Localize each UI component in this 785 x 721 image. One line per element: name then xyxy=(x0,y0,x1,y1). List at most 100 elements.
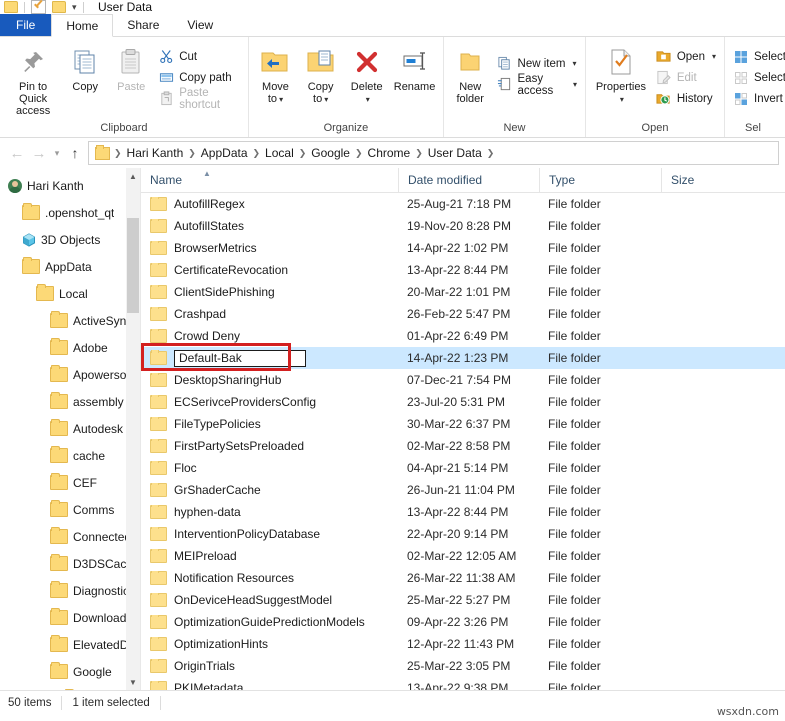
tab-home[interactable]: Home xyxy=(51,14,114,37)
column-header-name[interactable]: Name ▲ xyxy=(141,168,398,192)
select-all-button[interactable]: Select xyxy=(729,46,785,67)
edit-button[interactable]: Edit xyxy=(652,67,720,88)
new-folder-button[interactable]: New folder xyxy=(448,41,493,105)
folder-icon[interactable] xyxy=(4,1,18,13)
forward-arrow-icon[interactable]: → xyxy=(28,142,50,164)
tab-share[interactable]: Share xyxy=(113,14,173,36)
chevron-right-icon[interactable]: ❯ xyxy=(354,148,364,159)
table-row[interactable]: ClientSidePhishing 20-Mar-22 1:01 PM File … xyxy=(141,281,785,303)
chevron-right-icon[interactable]: ❯ xyxy=(187,148,197,159)
table-row[interactable]: PKIMetadata 13-Apr-22 9:38 PM File folder xyxy=(141,677,785,690)
column-header-type[interactable]: Type xyxy=(539,168,661,192)
table-row[interactable]: Crowd Deny 01-Apr-22 6:49 PM File folder xyxy=(141,325,785,347)
table-row[interactable]: Crashpad 26-Feb-22 5:47 PM File folder xyxy=(141,303,785,325)
table-row[interactable]: hyphen-data 13-Apr-22 8:44 PM File folder xyxy=(141,501,785,523)
new-folder-icon[interactable] xyxy=(52,1,66,13)
nav-item-autodesk[interactable]: Autodesk xyxy=(0,415,140,442)
nav-item-openshot-qt[interactable]: .openshot_qt xyxy=(0,199,140,226)
scroll-down-icon[interactable]: ▼ xyxy=(126,674,140,690)
chevron-right-icon[interactable]: ❯ xyxy=(113,148,123,159)
select-none-button[interactable]: Select xyxy=(729,67,785,88)
nav-item-google[interactable]: Google xyxy=(0,658,140,685)
delete-button[interactable]: Delete ▾ xyxy=(343,41,390,106)
tab-file[interactable]: File xyxy=(0,14,52,36)
breadcrumb-item-user-data[interactable]: User Data xyxy=(424,146,486,160)
paste-shortcut-button[interactable]: Paste shortcut xyxy=(154,87,244,111)
nav-item-appdata[interactable]: AppData xyxy=(0,253,140,280)
table-row[interactable]: AutofillRegex 25-Aug-21 7:18 PM File folde… xyxy=(141,193,785,215)
breadcrumb-item-google[interactable]: Google xyxy=(307,146,354,160)
move-to-button[interactable]: Move to ▾ xyxy=(253,41,298,106)
quick-access-toolbar[interactable]: ▾ xyxy=(0,0,84,14)
chevron-down-icon[interactable]: ▾ xyxy=(324,95,328,104)
nav-item-adobe[interactable]: Adobe xyxy=(0,334,140,361)
rename-button[interactable]: Rename xyxy=(390,41,439,93)
history-button[interactable]: History xyxy=(652,88,720,109)
table-row[interactable]: ECSerivceProvidersConfig 23-Jul-20 5:31 P… xyxy=(141,391,785,413)
nav-item-cef[interactable]: CEF xyxy=(0,469,140,496)
table-row[interactable]: DesktopSharingHub 07-Dec-21 7:54 PM File f… xyxy=(141,369,785,391)
table-row[interactable]: AutofillStates 19-Nov-20 8:28 PM File fold… xyxy=(141,215,785,237)
tab-view[interactable]: View xyxy=(173,14,227,36)
chevron-down-icon[interactable]: ▾ xyxy=(572,59,576,68)
nav-item-local[interactable]: Local xyxy=(0,280,140,307)
chevron-down-icon[interactable]: ▾ xyxy=(620,95,624,104)
rename-input[interactable]: Default-Bak xyxy=(174,349,306,367)
chevron-right-icon[interactable]: ❯ xyxy=(414,148,424,159)
table-row[interactable]: CertificateRevocation 13-Apr-22 8:44 PM Fi… xyxy=(141,259,785,281)
table-row[interactable]: OnDeviceHeadSuggestModel 25-Mar-22 5:27 P… xyxy=(141,589,785,611)
nav-item-3d-objects[interactable]: 3D Objects xyxy=(0,226,140,253)
breadcrumb-item-appdata[interactable]: AppData xyxy=(197,146,252,160)
cut-button[interactable]: Cut xyxy=(154,46,244,67)
pin-to-quick-access-button[interactable]: Pin to Quick access xyxy=(4,41,62,117)
new-item-button[interactable]: New item ▾ xyxy=(493,53,581,74)
recent-locations-icon[interactable]: ▾ xyxy=(50,142,64,164)
nav-item-assembly[interactable]: assembly xyxy=(0,388,140,415)
properties-button[interactable]: Properties ▾ xyxy=(590,41,652,106)
nav-item-diagnostics[interactable]: Diagnostics xyxy=(0,577,140,604)
back-arrow-icon[interactable]: ← xyxy=(6,142,28,164)
chevron-right-icon[interactable]: ❯ xyxy=(252,148,262,159)
easy-access-button[interactable]: Easy access ▾ xyxy=(493,73,581,97)
chevron-right-icon[interactable]: ❯ xyxy=(298,148,308,159)
properties-check-icon[interactable] xyxy=(31,0,46,14)
nav-item-cache[interactable]: cache xyxy=(0,442,140,469)
nav-item-chrome[interactable]: Chrome xyxy=(0,685,140,690)
chevron-down-icon[interactable]: ▾ xyxy=(573,80,577,89)
customize-caret-icon[interactable]: ▾ xyxy=(72,2,77,12)
chevron-down-icon[interactable]: ▾ xyxy=(712,52,716,61)
table-row[interactable]: Floc 04-Apr-21 5:14 PM File folder xyxy=(141,457,785,479)
table-row[interactable]: OptimizationHints 12-Apr-22 11:43 PM File … xyxy=(141,633,785,655)
scrollbar-thumb[interactable] xyxy=(127,218,139,313)
up-arrow-icon[interactable]: ↑ xyxy=(64,142,86,164)
chevron-right-icon[interactable]: ❯ xyxy=(486,148,496,159)
copy-button[interactable]: Copy xyxy=(62,41,108,93)
table-row[interactable]: FileTypePolicies 30-Mar-22 6:37 PM File fo… xyxy=(141,413,785,435)
paste-button[interactable]: Paste xyxy=(108,41,154,93)
nav-item-comms[interactable]: Comms xyxy=(0,496,140,523)
nav-item-activesync[interactable]: ActiveSync xyxy=(0,307,140,334)
breadcrumb[interactable]: ❯ Hari Kanth ❯ AppData ❯ Local ❯ Google … xyxy=(88,141,779,165)
copy-path-button[interactable]: Copy path xyxy=(154,67,244,88)
column-header-size[interactable]: Size xyxy=(661,168,741,192)
nav-item-apowersoft[interactable]: Apowersoft xyxy=(0,361,140,388)
table-row[interactable]: BrowserMetrics 14-Apr-22 1:02 PM File fold… xyxy=(141,237,785,259)
table-row[interactable]: MEIPreload 02-Mar-22 12:05 AM File folder xyxy=(141,545,785,567)
table-row[interactable]: GrShaderCache 26-Jun-21 11:04 PM File fold… xyxy=(141,479,785,501)
nav-item-connectedde[interactable]: ConnectedDe xyxy=(0,523,140,550)
breadcrumb-item-chrome[interactable]: Chrome xyxy=(364,146,415,160)
table-row[interactable]: OriginTrials 25-Mar-22 3:05 PM File folder xyxy=(141,655,785,677)
nav-item-downloaded[interactable]: Downloaded xyxy=(0,604,140,631)
table-row[interactable]: FirstPartySetsPreloaded 02-Mar-22 8:58 PM… xyxy=(141,435,785,457)
open-button[interactable]: Open ▾ xyxy=(652,46,720,67)
column-header-date-modified[interactable]: Date modified xyxy=(398,168,539,192)
breadcrumb-item-hari-kanth[interactable]: Hari Kanth xyxy=(123,146,188,160)
nav-item-hari-kanth[interactable]: Hari Kanth xyxy=(0,172,140,199)
scroll-up-icon[interactable]: ▲ xyxy=(126,168,140,184)
navigation-scrollbar[interactable]: ▲ ▼ xyxy=(126,168,140,690)
breadcrumb-item-local[interactable]: Local xyxy=(261,146,298,160)
table-row[interactable]: OptimizationGuidePredictionModels 09-Apr-… xyxy=(141,611,785,633)
chevron-down-icon[interactable]: ▾ xyxy=(366,95,370,104)
invert-selection-button[interactable]: Invert xyxy=(729,88,785,109)
copy-to-button[interactable]: Copy to ▾ xyxy=(298,41,343,106)
